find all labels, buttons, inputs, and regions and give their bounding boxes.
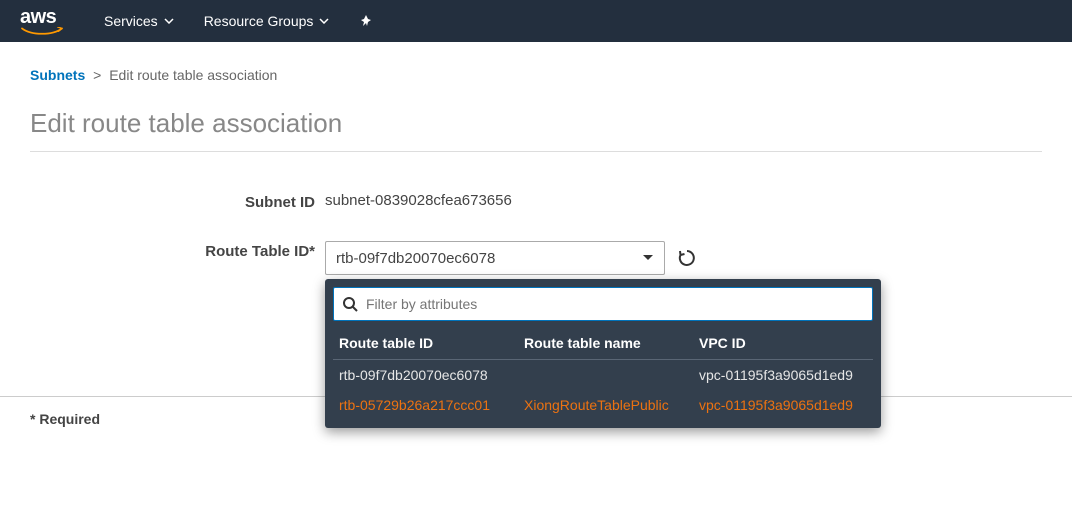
- aws-logo[interactable]: aws: [20, 6, 64, 37]
- dropdown-header-row: Route table ID Route table name VPC ID: [333, 327, 873, 360]
- route-table-dropdown: Route table ID Route table name VPC ID r…: [325, 279, 881, 428]
- route-table-selected-value: rtb-09f7db20070ec6078: [336, 250, 495, 267]
- header-route-table-id: Route table ID: [339, 335, 524, 351]
- dropdown-table: Route table ID Route table name VPC ID r…: [333, 327, 873, 420]
- option-rtb-id: rtb-09f7db20070ec6078: [339, 367, 524, 383]
- option-vpc-id: vpc-01195f3a9065d1ed9: [699, 397, 867, 413]
- pin-icon: [359, 14, 373, 28]
- label-route-table-id: Route Table ID*: [30, 241, 315, 260]
- top-nav: aws Services Resource Groups: [0, 0, 1072, 42]
- search-icon: [342, 296, 358, 312]
- route-table-select[interactable]: rtb-09f7db20070ec6078: [325, 241, 665, 275]
- row-route-table-id: Route Table ID* rtb-09f7db20070ec6078: [30, 241, 1042, 275]
- nav-resource-groups[interactable]: Resource Groups: [204, 13, 330, 29]
- dropdown-option[interactable]: rtb-09f7db20070ec6078 vpc-01195f3a9065d1…: [333, 360, 873, 390]
- breadcrumb-root[interactable]: Subnets: [30, 67, 85, 83]
- nav-services-label: Services: [104, 13, 158, 29]
- nav-pin[interactable]: [359, 14, 373, 28]
- breadcrumb-separator: >: [93, 67, 101, 83]
- value-subnet-id: subnet-0839028cfea673656: [325, 192, 512, 209]
- aws-logo-text: aws: [20, 6, 64, 29]
- option-rtb-id: rtb-05729b26a217ccc01: [339, 397, 524, 413]
- option-rtb-name: XiongRouteTablePublic: [524, 397, 699, 413]
- nav-resource-groups-label: Resource Groups: [204, 13, 314, 29]
- dropdown-search[interactable]: [333, 287, 873, 321]
- page-title: Edit route table association: [30, 108, 1042, 152]
- option-rtb-name: [524, 367, 699, 383]
- dropdown-option[interactable]: rtb-05729b26a217ccc01 XiongRouteTablePub…: [333, 390, 873, 420]
- breadcrumb: Subnets > Edit route table association: [30, 67, 1042, 83]
- breadcrumb-current: Edit route table association: [109, 67, 277, 83]
- option-vpc-id: vpc-01195f3a9065d1ed9: [699, 367, 867, 383]
- refresh-button[interactable]: [675, 246, 699, 270]
- nav-services[interactable]: Services: [104, 13, 174, 29]
- refresh-icon: [677, 248, 697, 268]
- header-vpc-id: VPC ID: [699, 335, 867, 351]
- label-subnet-id: Subnet ID: [30, 192, 315, 211]
- chevron-down-icon: [164, 18, 174, 24]
- page-content: Subnets > Edit route table association E…: [0, 42, 1072, 336]
- chevron-down-icon: [319, 18, 329, 24]
- row-subnet-id: Subnet ID subnet-0839028cfea673656: [30, 192, 1042, 211]
- dropdown-filter-input[interactable]: [366, 296, 864, 312]
- header-route-table-name: Route table name: [524, 335, 699, 351]
- caret-down-icon: [642, 254, 654, 262]
